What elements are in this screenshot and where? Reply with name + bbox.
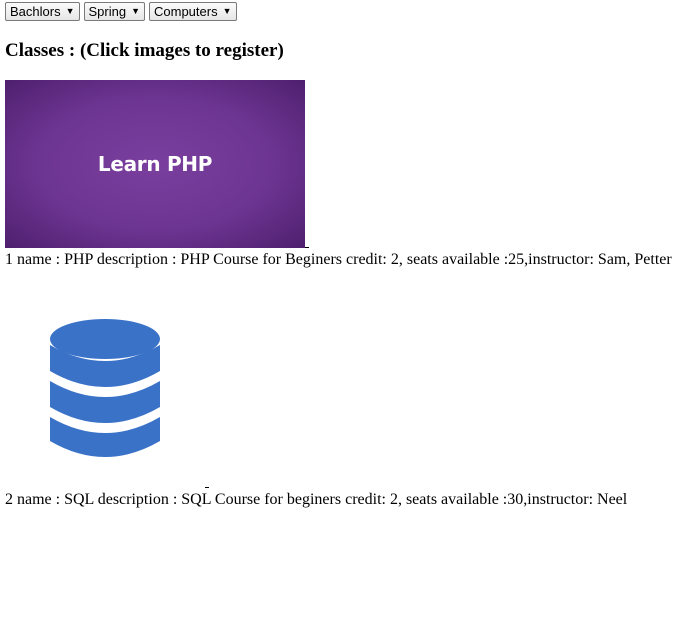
department-select-value: Computers xyxy=(154,4,218,19)
sql-course-info: 2 name : SQL description : SQL Course fo… xyxy=(5,491,628,508)
dropdown-arrow-icon: ▼ xyxy=(65,5,75,16)
sql-course-image-link[interactable] xyxy=(5,297,205,487)
degree-select[interactable]: Bachlors ▼ xyxy=(5,2,80,21)
link-underline xyxy=(305,247,309,248)
filter-bar: Bachlors ▼ Spring ▼ Computers ▼ xyxy=(5,2,237,21)
php-course-image-link[interactable]: Learn PHP xyxy=(5,80,305,248)
database-icon[interactable] xyxy=(5,297,205,487)
degree-select-value: Bachlors xyxy=(10,4,61,19)
php-course-info: 1 name : PHP description : PHP Course fo… xyxy=(5,251,672,268)
banner-text: Learn PHP xyxy=(97,152,213,176)
semester-select[interactable]: Spring ▼ xyxy=(83,2,145,21)
link-underline xyxy=(205,487,209,488)
dropdown-arrow-icon: ▼ xyxy=(131,5,140,16)
semester-select-value: Spring xyxy=(88,4,127,19)
page-heading: Classes : (Click images to register) xyxy=(5,40,284,61)
learn-php-banner-image[interactable]: Learn PHP xyxy=(5,80,305,248)
dropdown-arrow-icon: ▼ xyxy=(222,5,232,16)
department-select[interactable]: Computers ▼ xyxy=(149,2,237,21)
